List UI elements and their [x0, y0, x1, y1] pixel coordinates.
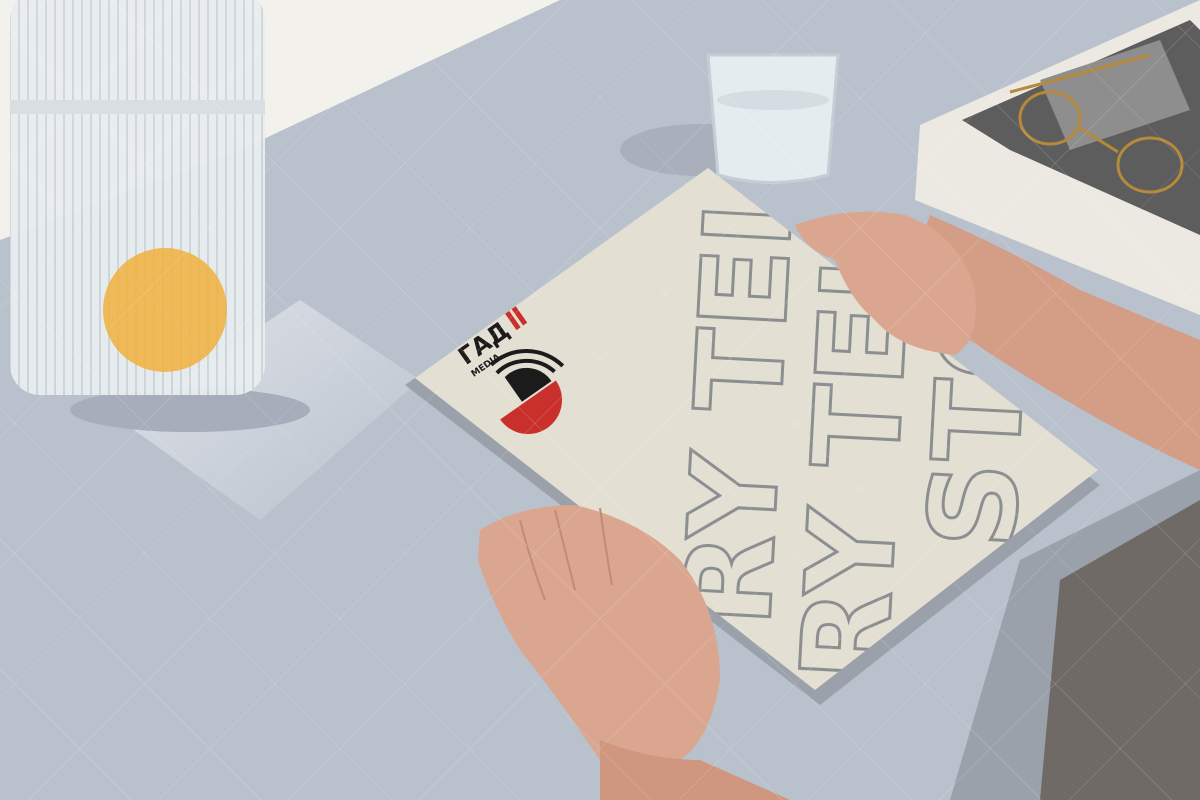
scene-drawing: RY TELLER RY TELLER STO ГАД MEDIA	[0, 0, 1200, 800]
water-surface	[717, 90, 829, 110]
orange-fruit	[103, 248, 227, 372]
photo-scene: RY TELLER RY TELLER STO ГАД MEDIA	[0, 0, 1200, 800]
water-glass	[706, 53, 840, 184]
vase-band	[10, 100, 265, 114]
